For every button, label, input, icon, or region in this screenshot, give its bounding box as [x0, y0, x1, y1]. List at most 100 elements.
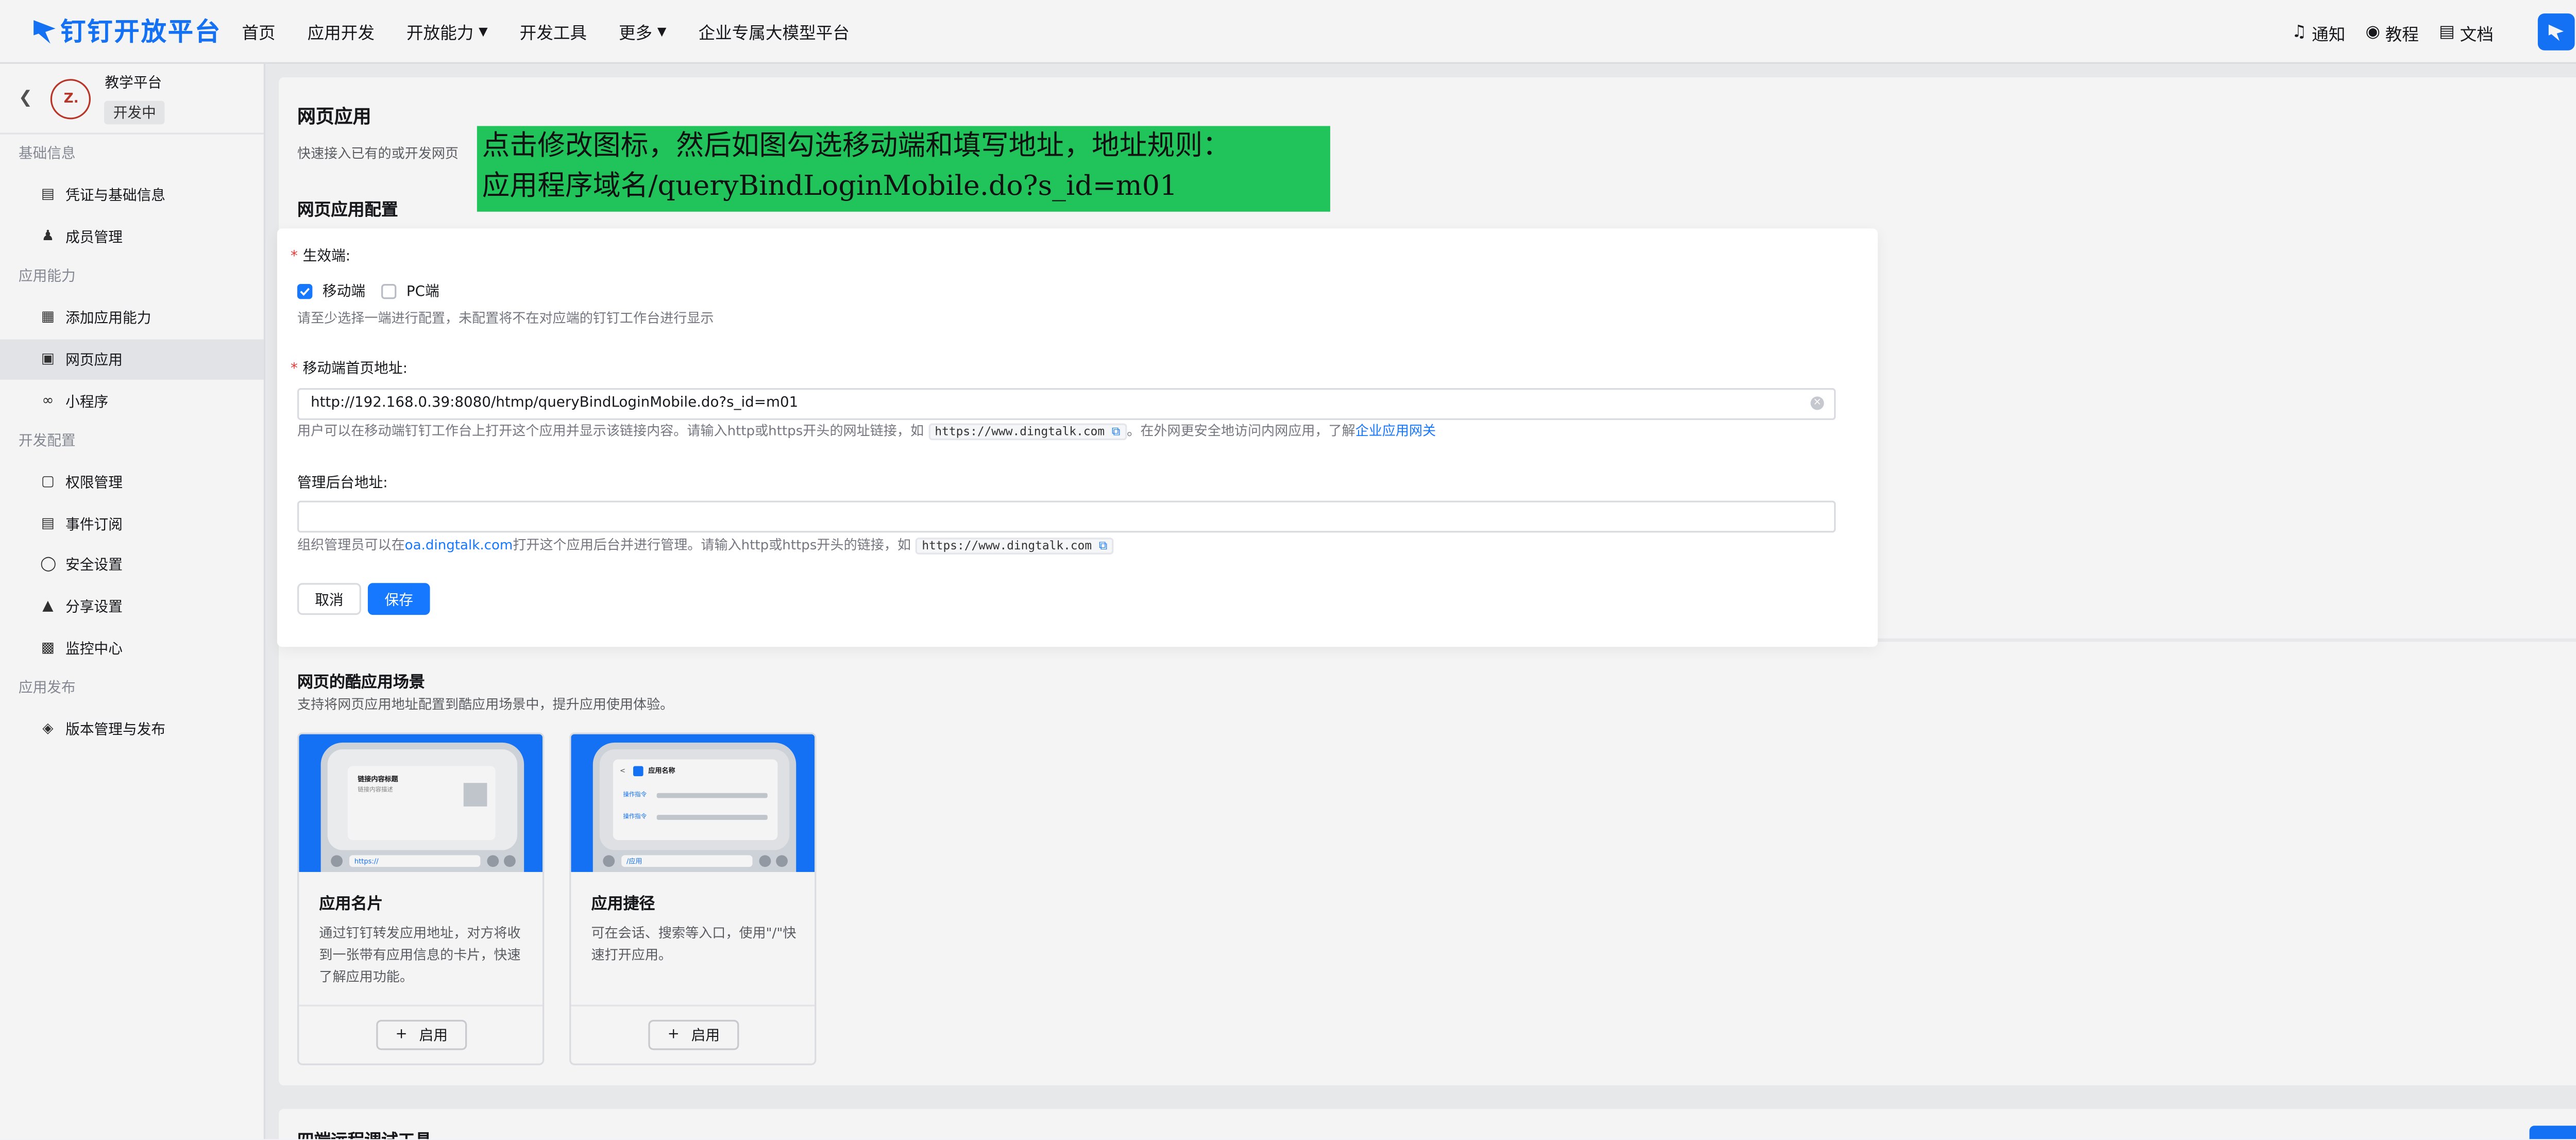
- admin-hint-text-2: 打开这个应用后台并进行管理。请输入http或https开头的链接，如: [513, 538, 911, 553]
- grid-plus-icon: ▦: [41, 310, 55, 327]
- sidebar-group-title: 应用发布: [18, 680, 76, 697]
- platform-label: * 生效端:: [291, 245, 350, 265]
- phone-screen: < 应用名称 操作指令 操作指令: [599, 749, 790, 850]
- gateway-link[interactable]: 企业应用网关: [1355, 424, 1436, 439]
- nav-docs-label: 文档: [2460, 26, 2494, 45]
- sidebar-item-add-capability[interactable]: ▦ 添加应用能力: [0, 298, 264, 339]
- debug-tool-button[interactable]: [2529, 1126, 2576, 1139]
- annotation-line-2: 应用程序域名/queryBindLoginMobile.do?s_id=m01: [482, 170, 1178, 202]
- plus-icon: [504, 855, 516, 867]
- link-preview-desc: 链接内容描述: [358, 786, 393, 793]
- example-url-code: https://www.dingtalk.com ⧉: [915, 538, 1114, 555]
- placeholder-line: [656, 793, 768, 798]
- lock-icon: ▢: [41, 474, 55, 491]
- checkbox-checked-icon: [297, 283, 313, 298]
- sidebar-item-label: 添加应用能力: [65, 311, 151, 329]
- nav-more-label: 更多: [618, 25, 653, 44]
- avatar[interactable]: [2537, 13, 2574, 51]
- link-preview-title: 链接内容标题: [358, 774, 398, 783]
- nav-dev-tools[interactable]: 开发工具: [520, 19, 587, 44]
- status-badge: 开发中: [105, 100, 165, 125]
- mobile-url-hint-text-2: 。在外网更安全地访问内网应用，了解: [1127, 423, 1355, 439]
- platform-hint: 请至少选择一端进行配置，未配置将不在对应端的钉钉工作台进行显示: [297, 311, 714, 326]
- nav-tutorials[interactable]: ◉ 教程: [2365, 19, 2418, 44]
- copy-icon[interactable]: ⧉: [1099, 539, 1107, 552]
- nav-docs[interactable]: ▤ 文档: [2439, 19, 2494, 44]
- page-root: 钉钉开放平台 首页 应用开发 开放能力 ▼ 开发工具 更多 ▼ 企业专属大模型平台 …: [0, 0, 2576, 1139]
- clear-icon[interactable]: ×: [1810, 396, 1824, 410]
- pc-checkbox-label: PC端: [406, 283, 439, 301]
- placeholder-line: [656, 815, 768, 820]
- nav-more[interactable]: 更多 ▼: [618, 19, 667, 44]
- copy-icon[interactable]: ⧉: [1112, 425, 1120, 439]
- sidebar-item-monitor[interactable]: ▩ 监控中心: [0, 627, 264, 668]
- mobile-checkbox[interactable]: 移动端: [297, 280, 365, 301]
- nav-open-capabilities-label: 开放能力: [406, 25, 474, 44]
- logo-text: 钉钉开放平台: [60, 16, 222, 47]
- sidebar-item-security[interactable]: ◯ 安全设置: [0, 545, 264, 586]
- app-icon: [633, 766, 643, 777]
- nav-llm-platform[interactable]: 企业专属大模型平台: [698, 19, 849, 44]
- nav-llm-platform-label: 企业专属大模型平台: [698, 25, 850, 44]
- sidebar-item-events[interactable]: ▤ 事件订阅: [0, 504, 264, 545]
- sidebar-item-label: 网页应用: [65, 353, 123, 370]
- sidebar-group-title: 基础信息: [18, 146, 76, 163]
- admin-url-hint: 组织管理员可以在oa.dingtalk.com打开这个应用后台并进行管理。请输入…: [297, 536, 1114, 555]
- mobile-url-input[interactable]: http://192.168.0.39:8080/htmp/queryBindL…: [297, 388, 1836, 420]
- sidebar-item-permissions[interactable]: ▢ 权限管理: [0, 462, 264, 503]
- checkbox-unchecked-icon: [381, 283, 397, 298]
- sidebar-item-label: 事件订阅: [65, 517, 123, 534]
- sidebar-item-members[interactable]: ♟ 成员管理: [0, 216, 264, 257]
- plus-icon: +: [395, 1026, 408, 1044]
- admin-url-label: 管理后台地址:: [297, 475, 388, 493]
- nav-home[interactable]: 首页: [242, 19, 275, 44]
- app-header: ❮ Z. 教学平台 开发中: [0, 64, 264, 135]
- link-preview-thumb: [463, 783, 487, 807]
- dingtalk-logo-icon: [33, 19, 56, 43]
- nav-tutorials-label: 教程: [2385, 26, 2419, 45]
- bell-icon: ♫: [2292, 23, 2307, 41]
- section-scene-desc: 支持将网页应用地址配置到酷应用场景中，提升应用使用体验。: [297, 697, 674, 713]
- app-icon: Z.: [51, 78, 92, 119]
- app-info: 教学平台 开发中: [105, 72, 165, 125]
- mobile-url-hint-text: 用户可以在移动端钉钉工作台上打开这个应用并显示该链接内容。请输入http或htt…: [297, 423, 924, 439]
- page-subtitle: 快速接入已有的或开发网页: [297, 146, 459, 161]
- save-button[interactable]: 保存: [367, 583, 430, 615]
- scene-title: 应用名片: [319, 895, 383, 914]
- oa-link[interactable]: oa.dingtalk.com: [405, 538, 513, 552]
- layers-icon: ◈: [42, 721, 54, 738]
- pc-checkbox[interactable]: PC端: [381, 280, 439, 301]
- admin-url-input[interactable]: [297, 500, 1836, 533]
- sidebar-item-label: 权限管理: [65, 476, 123, 493]
- scene-desc: 通过钉钉转发应用地址，对方将收到一张带有应用信息的卡片，快速了解应用功能。: [319, 926, 521, 985]
- mic-icon: [331, 855, 343, 867]
- sidebar-item-credentials[interactable]: ▤ 凭证与基础信息: [0, 175, 264, 216]
- example-url-text: https://www.dingtalk.com: [935, 425, 1105, 439]
- plus-icon: [776, 855, 788, 867]
- enable-button[interactable]: + 启用: [376, 1019, 467, 1050]
- logo[interactable]: 钉钉开放平台: [30, 13, 235, 48]
- nav-notifications[interactable]: ♫ 通知: [2292, 19, 2345, 44]
- section-scene-title: 网页的酷应用场景: [297, 674, 425, 693]
- app-name: 教学平台: [105, 75, 162, 93]
- mobile-url-label-text: 移动端首页地址:: [302, 361, 408, 378]
- event-subscribe-icon: ▤: [41, 515, 55, 532]
- enable-button[interactable]: + 启用: [648, 1019, 739, 1050]
- shortcut-command: 操作指令: [623, 791, 647, 798]
- back-arrow-icon[interactable]: ❮: [19, 89, 32, 108]
- sidebar-item-web-app[interactable]: ▣ 网页应用: [0, 339, 264, 380]
- cancel-button[interactable]: 取消: [297, 583, 361, 615]
- nav-open-capabilities[interactable]: 开放能力 ▼: [406, 19, 488, 44]
- nav-app-dev[interactable]: 应用开发: [308, 19, 375, 44]
- sidebar-item-share[interactable]: ▲ 分享设置: [0, 586, 264, 627]
- nav-right: ♫通知 ◉教程 ▤文档 ▼: [2292, 0, 2576, 64]
- document-icon: ▤: [41, 187, 55, 204]
- debug-tool-title: 四端远程调试工具: [297, 1126, 432, 1139]
- shortcut-command: 操作指令: [623, 813, 647, 820]
- required-mark: *: [290, 361, 298, 378]
- shortcut-panel: < 应用名称 操作指令 操作指令: [613, 759, 778, 840]
- sidebar-item-mini-program[interactable]: ∞ 小程序: [0, 380, 264, 422]
- sidebar-item-versions[interactable]: ◈ 版本管理与发布: [0, 709, 264, 750]
- enable-button-label: 启用: [691, 1028, 720, 1045]
- emoji-icon: [759, 855, 771, 867]
